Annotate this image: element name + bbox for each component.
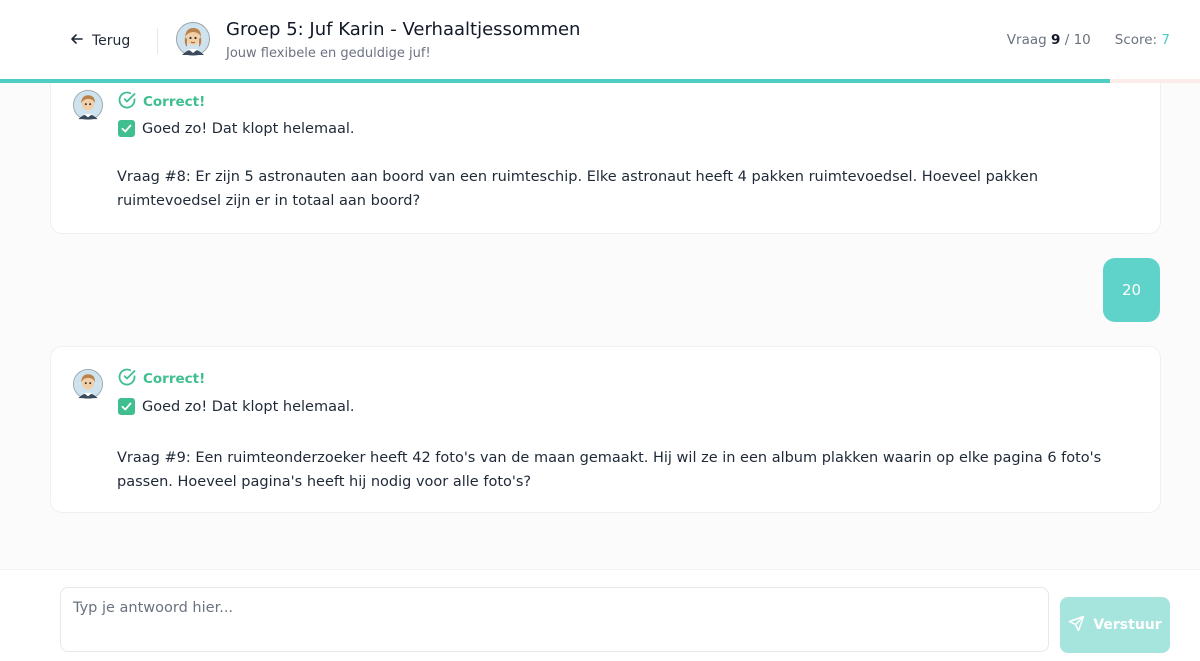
teacher-message: Correct! Goed zo! Dat klopt helemaal. Vr… — [50, 346, 1161, 513]
question-current: 9 — [1051, 32, 1061, 48]
stats: Vraag 9 / 10 Score: 7 — [1007, 32, 1170, 48]
page-subtitle: Jouw flexibele en geduldige juf! — [226, 46, 431, 61]
header-divider — [157, 28, 158, 54]
send-label: Verstuur — [1093, 617, 1162, 633]
score-value: 7 — [1161, 32, 1170, 48]
score-label: Score: — [1114, 32, 1158, 48]
answer-input[interactable] — [60, 587, 1049, 652]
question-text: Vraag #8: Er zijn 5 astronauten aan boor… — [117, 169, 1039, 209]
chat-area[interactable]: Correct! Goed zo! Dat klopt helemaal. Vr… — [0, 83, 1200, 569]
send-button[interactable]: Verstuur — [1060, 597, 1170, 653]
page-title: Groep 5: Juf Karin - Verhaaltjessommen — [226, 19, 581, 40]
status-label: Correct! — [143, 371, 206, 387]
feedback-text: Goed zo! Dat klopt helemaal. — [142, 120, 355, 137]
answer-bar: Verstuur — [0, 569, 1200, 661]
user-answer-text: 20 — [1121, 281, 1142, 299]
teacher-avatar — [73, 90, 103, 120]
check-box-icon — [118, 398, 135, 415]
back-button[interactable]: Terug — [70, 30, 130, 52]
status-label: Correct! — [143, 94, 206, 110]
feedback: Goed zo! Dat klopt helemaal. — [118, 398, 354, 415]
check-circle-icon — [117, 90, 137, 114]
correct-status: Correct! — [117, 90, 205, 114]
score: Score: 7 — [1115, 32, 1170, 48]
arrow-left-icon — [70, 32, 84, 50]
feedback: Goed zo! Dat klopt helemaal. — [118, 120, 354, 137]
user-answer-bubble: 20 — [1103, 258, 1160, 322]
header: Terug Groep 5: Juf Karin - Verhaaltjesso… — [0, 0, 1200, 83]
check-circle-icon — [117, 367, 137, 391]
question-counter-label: Vraag — [1006, 32, 1047, 48]
question-counter: Vraag 9 / 10 — [1007, 32, 1091, 48]
back-label: Terug — [92, 33, 131, 49]
question-text: Vraag #9: Een ruimteonderzoeker heeft 42… — [117, 450, 1102, 490]
question-total: 10 — [1073, 32, 1091, 48]
send-icon — [1068, 615, 1085, 636]
teacher-avatar — [176, 22, 210, 56]
teacher-message: Correct! Goed zo! Dat klopt helemaal. Vr… — [50, 83, 1161, 234]
question-separator: / — [1064, 32, 1070, 48]
feedback-text: Goed zo! Dat klopt helemaal. — [142, 398, 355, 415]
teacher-avatar — [73, 369, 103, 399]
correct-status: Correct! — [117, 367, 205, 391]
check-box-icon — [118, 120, 135, 137]
